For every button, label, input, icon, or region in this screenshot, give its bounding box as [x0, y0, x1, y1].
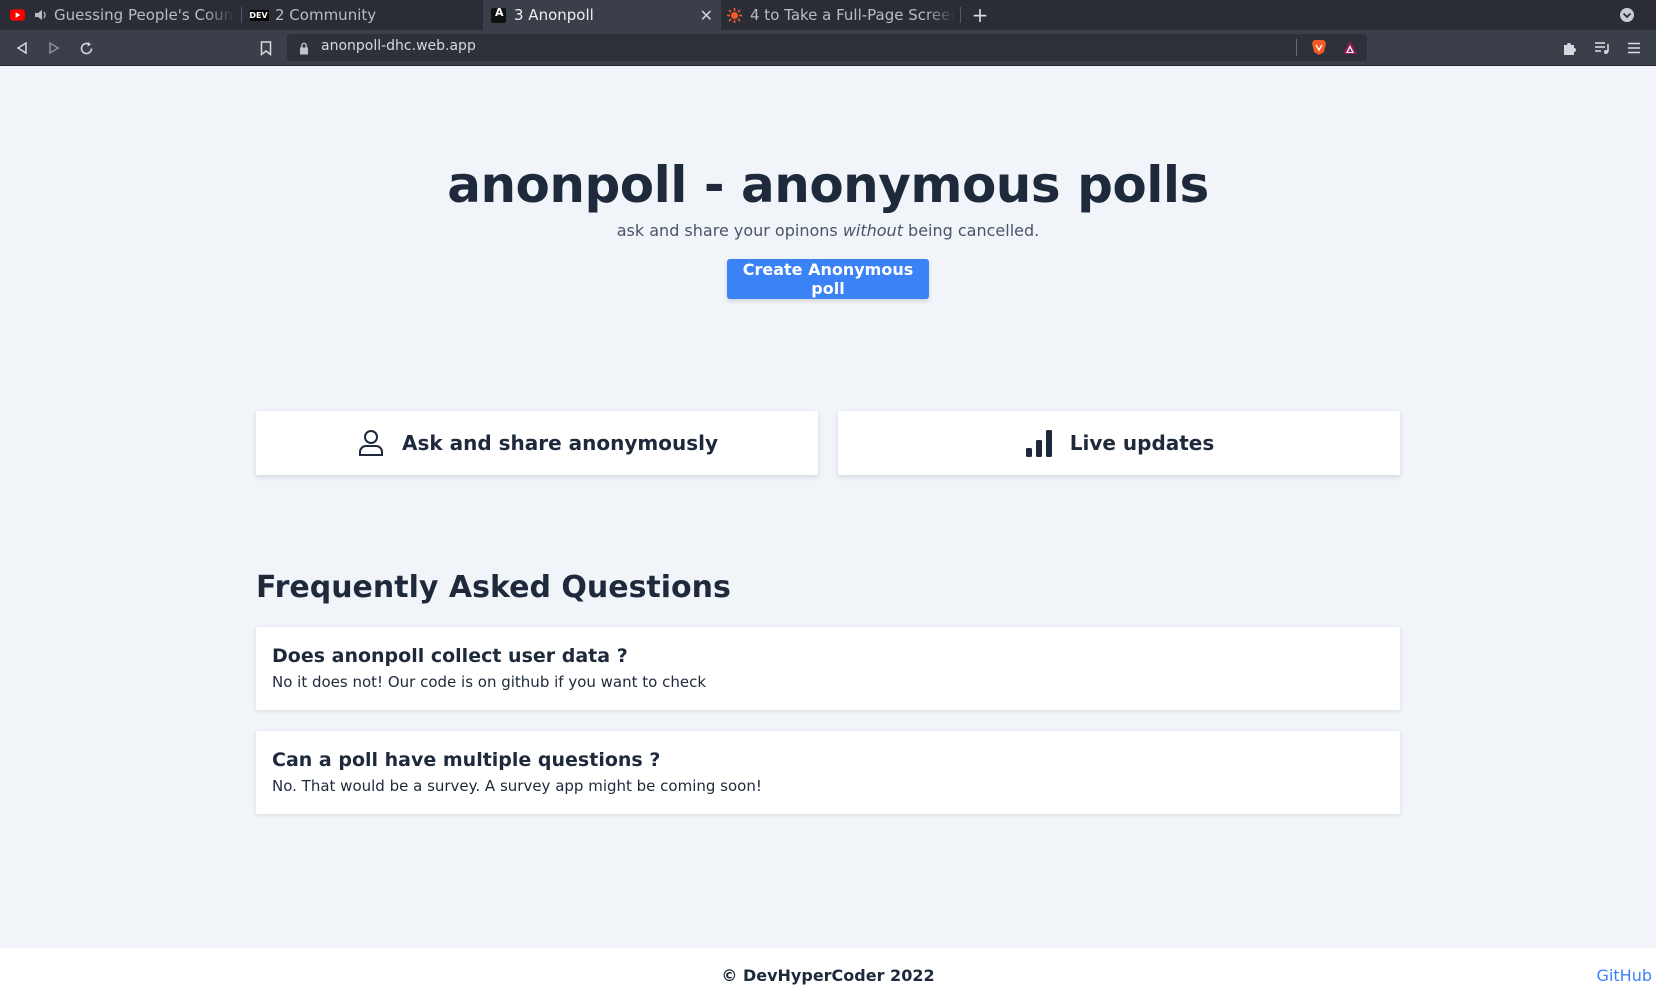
feature-label: Ask and share anonymously — [401, 431, 719, 455]
faq-heading: Frequently Asked Questions — [256, 570, 731, 605]
tab-community[interactable]: DEV 2 Community — [250, 0, 480, 30]
tab-list-icon[interactable] — [1617, 5, 1637, 25]
sun-icon — [727, 7, 742, 23]
new-tab-icon[interactable]: + — [970, 3, 990, 27]
browser-tab-bar: Guessing People's Countri DEV 2 Communit… — [0, 0, 1656, 30]
faq-question: Can a poll have multiple questions ? — [272, 749, 661, 771]
speaker-icon[interactable] — [33, 8, 48, 23]
brave-shields-icon[interactable] — [1311, 39, 1327, 60]
faq-item: Can a poll have multiple questions ? No.… — [256, 731, 1400, 814]
tab-label: 2 Community — [275, 6, 377, 24]
media-playlist-icon[interactable] — [1592, 38, 1612, 58]
tab-anonpoll[interactable]: A 3 Anonpoll ✕ — [483, 0, 721, 30]
tab-screenshot[interactable]: 4 to Take a Full-Page Screensh — [727, 0, 955, 30]
forward-icon[interactable] — [44, 38, 64, 58]
youtube-icon — [10, 8, 25, 23]
dev-icon: DEV — [250, 9, 269, 21]
tab-label: 3 Anonpoll — [514, 6, 594, 24]
github-link[interactable]: GitHub — [1597, 966, 1652, 985]
create-poll-button[interactable]: Create Anonymous poll — [727, 259, 929, 299]
feature-card-live-updates: Live updates — [838, 411, 1400, 475]
angular-icon: A — [491, 6, 506, 23]
faq-answer: No. That would be a survey. A survey app… — [272, 777, 762, 795]
extensions-icon[interactable] — [1560, 38, 1580, 58]
back-icon[interactable] — [12, 38, 32, 58]
address-bar[interactable]: anonpoll-dhc.web.app — [287, 34, 1367, 61]
bar-chart-icon — [1024, 428, 1054, 458]
url-text: anonpoll-dhc.web.app — [321, 38, 476, 54]
footer: © DevHyperCoder 2022 GitHub — [0, 948, 1656, 1004]
faq-question: Does anonpoll collect user data ? — [272, 645, 628, 667]
copyright-text: © DevHyperCoder 2022 — [721, 966, 935, 985]
lock-icon — [299, 40, 309, 59]
faq-item: Does anonpoll collect user data ? No it … — [256, 627, 1400, 710]
page-subtitle: ask and share your opinons without being… — [616, 221, 1040, 240]
page-title: anonpoll - anonymous polls — [447, 156, 1209, 214]
feature-card-anonymous: Ask and share anonymously — [256, 411, 818, 475]
feature-label: Live updates — [1069, 431, 1215, 455]
reload-icon[interactable] — [76, 38, 96, 58]
menu-icon[interactable] — [1624, 38, 1644, 58]
brave-rewards-icon[interactable] — [1342, 40, 1358, 59]
close-tab-icon[interactable]: ✕ — [700, 6, 713, 25]
bookmark-icon[interactable] — [256, 38, 276, 58]
tab-youtube[interactable]: Guessing People's Countri — [10, 0, 234, 30]
browser-toolbar: anonpoll-dhc.web.app — [0, 30, 1656, 66]
faq-answer: No it does not! Our code is on github if… — [272, 673, 707, 691]
user-icon — [356, 428, 386, 458]
